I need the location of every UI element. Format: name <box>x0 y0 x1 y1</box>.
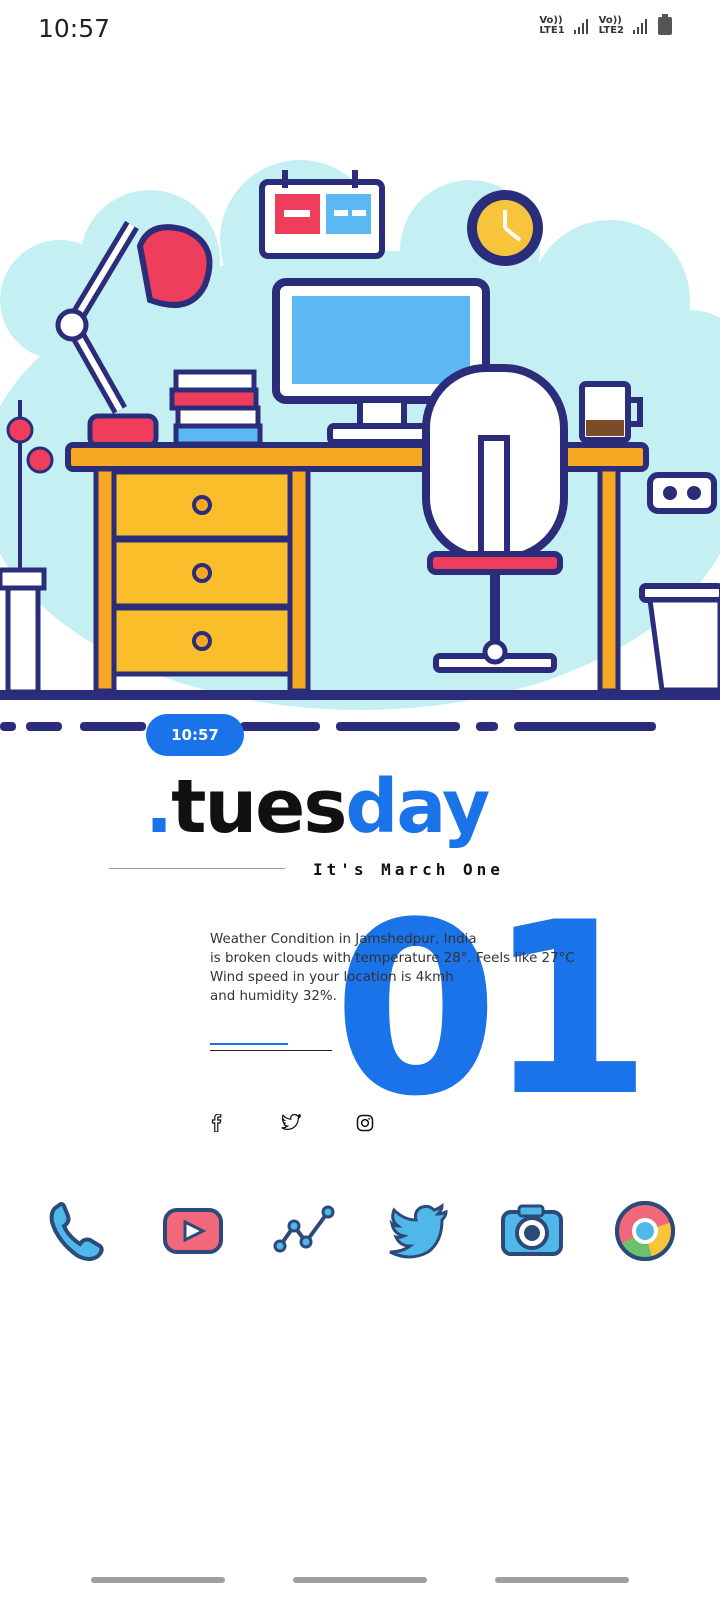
day-title: .tuesday <box>145 770 490 844</box>
battery-icon <box>658 14 672 35</box>
accent-divider <box>210 1043 288 1045</box>
signal-bars-icon <box>633 19 647 34</box>
clock-pill[interactable]: 10:57 <box>146 714 244 756</box>
camera-app-icon[interactable] <box>497 1196 567 1266</box>
day-part1: tues <box>171 764 347 850</box>
sim1-indicator: Vo)) LTE1 <box>539 15 565 36</box>
facebook-icon[interactable] <box>206 1112 228 1134</box>
social-links <box>206 1112 376 1134</box>
day-dot: . <box>145 764 173 850</box>
wall-calendar <box>259 170 385 259</box>
date-number: 01 <box>333 872 652 1149</box>
weather-line: is broken clouds with temperature 28°. F… <box>210 951 575 966</box>
instagram-icon[interactable] <box>354 1112 376 1134</box>
desk-illustration <box>0 160 720 731</box>
nav-home-button[interactable] <box>293 1577 427 1583</box>
subtitle-divider <box>109 868 285 869</box>
wall-clock <box>467 190 543 266</box>
stocks-app-icon[interactable] <box>270 1196 340 1266</box>
phone-app-icon[interactable] <box>44 1196 114 1266</box>
divider <box>210 1050 332 1051</box>
status-time: 10:57 <box>38 14 111 43</box>
floor-dashes <box>0 722 656 731</box>
waste-basket <box>639 583 720 693</box>
day-part2: day <box>345 764 490 850</box>
weather-line: Weather Condition in Jamshedpur, India <box>210 932 477 947</box>
sim2-indicator: Vo)) LTE2 <box>598 15 624 36</box>
weather-line: and humidity 32%. <box>210 989 337 1004</box>
nav-recents-button[interactable] <box>91 1577 225 1583</box>
power-outlet <box>647 472 717 514</box>
nav-back-button[interactable] <box>495 1577 629 1583</box>
twitter-icon[interactable] <box>280 1112 302 1134</box>
weather-line: Wind speed in your location is 4kmh <box>210 970 454 985</box>
app-dock <box>44 1196 680 1266</box>
youtube-app-icon[interactable] <box>157 1196 227 1266</box>
status-indicators: Vo)) LTE1 Vo)) LTE2 <box>539 14 672 36</box>
navigation-bar <box>0 1577 720 1587</box>
weather-text: Weather Condition in Jamshedpur, India i… <box>210 930 575 1006</box>
signal-bars-icon <box>573 19 588 34</box>
chrome-app-icon[interactable] <box>610 1196 680 1266</box>
twitter-app-icon[interactable] <box>384 1196 454 1266</box>
books-stack <box>169 369 263 447</box>
status-bar: 10:57 Vo)) LTE1 Vo)) LTE2 <box>0 0 720 60</box>
